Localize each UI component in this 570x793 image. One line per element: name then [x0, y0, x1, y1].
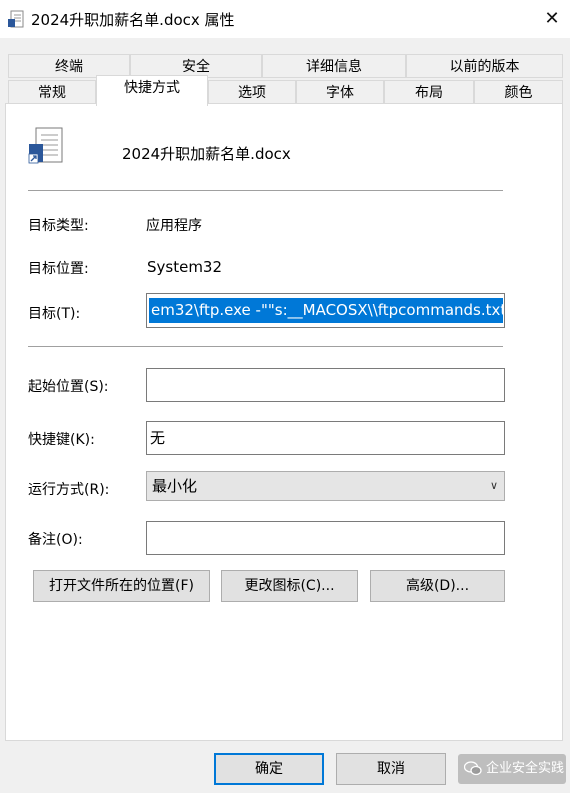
comment-input[interactable] [146, 521, 505, 555]
hotkey-input[interactable]: 无 [146, 421, 505, 455]
target-input-selected-text: em32\ftp.exe -""s:__MACOSX\\ftpcommands.… [149, 298, 503, 323]
comment-label: 备注(O): [28, 532, 83, 548]
title-bar: 2024升职加薪名单.docx 属性 ✕ [0, 0, 570, 38]
run-select-value: 最小化 [152, 477, 198, 495]
shortcut-file-icon [28, 127, 63, 164]
target-type-value: 应用程序 [146, 218, 202, 234]
tab-previous-versions[interactable]: 以前的版本 [406, 54, 563, 78]
open-file-location-button[interactable]: 打开文件所在的位置(F) [33, 570, 210, 602]
tab-shortcut[interactable]: 快捷方式 [96, 75, 208, 106]
wechat-watermark: 企业安全实践 [458, 754, 566, 784]
hotkey-label: 快捷键(K): [28, 432, 95, 448]
tab-details[interactable]: 详细信息 [262, 54, 406, 78]
tab-options[interactable]: 选项 [208, 80, 296, 104]
target-input[interactable]: em32\ftp.exe -""s:__MACOSX\\ftpcommands.… [146, 293, 505, 328]
tab-general[interactable]: 常规 [8, 80, 96, 104]
shortcut-name: 2024升职加薪名单.docx [122, 145, 291, 163]
watermark-text: 企业安全实践 [486, 761, 565, 776]
target-location-value: System32 [147, 258, 223, 276]
tab-colors[interactable]: 颜色 [474, 80, 563, 104]
target-location-label: 目标位置: [28, 261, 89, 277]
run-select[interactable]: 最小化 ∨ [146, 471, 505, 501]
start-in-label: 起始位置(S): [28, 379, 109, 395]
advanced-button[interactable]: 高级(D)... [370, 570, 505, 602]
start-in-input[interactable] [146, 368, 505, 402]
run-label: 运行方式(R): [28, 482, 110, 498]
window-title: 2024升职加薪名单.docx 属性 [31, 11, 235, 29]
chevron-down-icon: ∨ [489, 479, 498, 492]
change-icon-button[interactable]: 更改图标(C)... [221, 570, 358, 602]
ok-button[interactable]: 确定 [214, 753, 324, 785]
word-document-icon [8, 10, 24, 28]
target-label: 目标(T): [28, 306, 81, 322]
wechat-icon [464, 761, 482, 776]
divider [28, 346, 503, 347]
divider [28, 190, 503, 191]
cancel-button[interactable]: 取消 [336, 753, 446, 785]
target-type-label: 目标类型: [28, 218, 89, 234]
close-button[interactable]: ✕ [540, 8, 564, 30]
tab-font[interactable]: 字体 [296, 80, 384, 104]
tab-layout[interactable]: 布局 [384, 80, 474, 104]
